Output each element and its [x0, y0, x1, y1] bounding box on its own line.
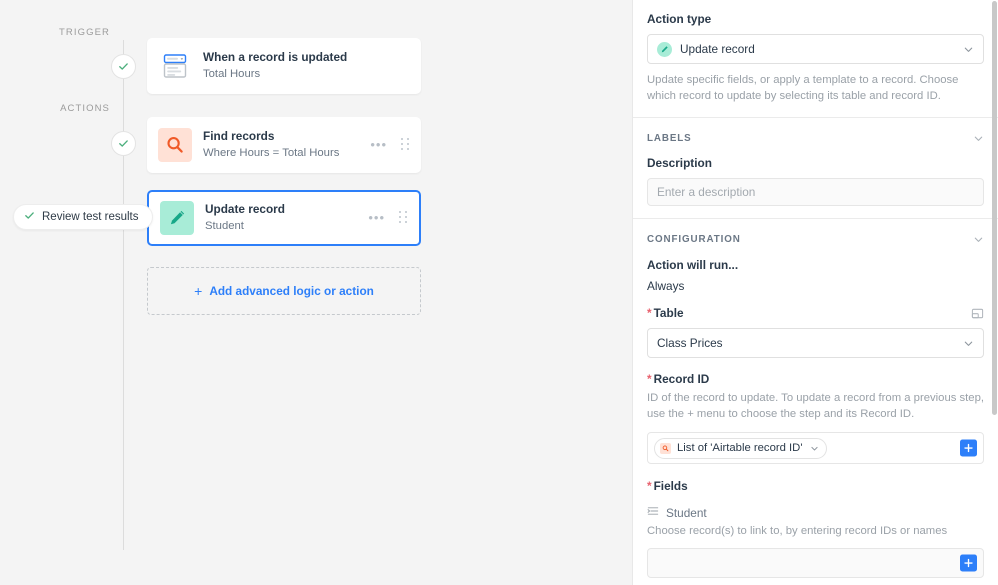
check-icon: [118, 138, 129, 149]
chevron-down-icon: [810, 444, 819, 453]
pencil-icon: [657, 41, 672, 57]
step-card-update-record[interactable]: Update record Student •••: [147, 190, 421, 246]
automation-editor: TRIGGER ACTIONS Review test results When…: [0, 0, 998, 585]
description-label: Description: [647, 156, 712, 170]
review-test-results-button[interactable]: Review test results: [13, 204, 153, 230]
action-type-description: Update specific fields, or apply a templ…: [647, 74, 959, 102]
add-advanced-logic-or-action-button[interactable]: + Add advanced logic or action: [147, 267, 421, 315]
action-type-select[interactable]: Update record: [647, 34, 984, 64]
configuration-section-header[interactable]: CONFIGURATION: [647, 225, 984, 253]
drag-handle-icon[interactable]: [399, 211, 409, 225]
expand-panel-icon[interactable]: [971, 307, 984, 320]
magnifier-icon: [158, 128, 192, 162]
field-item-student: Student: [647, 505, 984, 520]
panel-scrollbar-thumb[interactable]: [992, 1, 997, 415]
configuration-section-title: CONFIGURATION: [647, 233, 741, 245]
field-item-value-input[interactable]: [647, 547, 984, 578]
rail-label-actions: ACTIONS: [60, 103, 110, 114]
trigger-status-node[interactable]: [111, 54, 136, 79]
action-type-section: Action type Update record Update specifi…: [633, 0, 998, 117]
required-mark: *: [647, 372, 652, 386]
step-text-find-records: Find records Where Hours = Total Hours: [203, 129, 364, 161]
description-input[interactable]: Enter a description: [647, 178, 984, 206]
plus-square-icon[interactable]: [960, 439, 977, 457]
labels-section: LABELS Description Enter a description: [633, 118, 998, 218]
action-status-node[interactable]: [111, 131, 136, 156]
table-value: Class Prices: [657, 336, 723, 350]
chevron-down-icon[interactable]: [973, 234, 984, 245]
panel-scrollbar[interactable]: [992, 0, 997, 585]
plus-icon: +: [194, 282, 203, 299]
labels-section-title: LABELS: [647, 132, 692, 144]
record-id-token-label: List of 'Airtable record ID': [677, 442, 803, 454]
table-label-text: Table: [653, 306, 684, 320]
step-title: When a record is updated: [203, 50, 348, 64]
check-icon: [24, 210, 35, 224]
table-label: * Table: [647, 305, 684, 321]
step-overflow-menu-button[interactable]: •••: [364, 138, 393, 151]
chevron-down-icon: [963, 44, 974, 55]
search-result-icon: [660, 442, 671, 454]
table-label-row: * Table: [647, 305, 984, 321]
action-type-value: Update record: [680, 42, 755, 56]
record-id-input[interactable]: List of 'Airtable record ID': [647, 432, 984, 464]
record-id-label-text: Record ID: [653, 372, 710, 386]
step-title: Update record: [205, 202, 285, 216]
action-will-run-label: Action will run...: [647, 258, 739, 272]
chevron-down-icon: [963, 338, 974, 349]
field-item-help: Choose record(s) to link to, by entering…: [647, 525, 948, 537]
flow-connector-line: [123, 40, 124, 550]
record-id-token[interactable]: List of 'Airtable record ID': [654, 437, 827, 459]
configuration-section: CONFIGURATION Action will run... Always …: [633, 219, 998, 585]
step-title: Find records: [203, 129, 275, 143]
labels-section-header[interactable]: LABELS: [647, 124, 984, 152]
record-id-help: ID of the record to update. To update a …: [647, 392, 985, 420]
link-record-icon: [647, 505, 659, 520]
step-card-find-records[interactable]: Find records Where Hours = Total Hours •…: [147, 117, 421, 173]
review-test-results-label: Review test results: [42, 211, 139, 223]
step-subtitle: Student: [205, 220, 244, 232]
step-settings-panel: Action type Update record Update specifi…: [632, 0, 998, 585]
required-mark: *: [647, 479, 652, 493]
step-text-update-record: Update record Student: [205, 202, 362, 234]
record-id-label: * Record ID: [647, 371, 984, 387]
flow-canvas: TRIGGER ACTIONS Review test results When…: [0, 0, 632, 585]
step-text-trigger: When a record is updated Total Hours: [203, 50, 411, 82]
fields-label: * Fields: [647, 478, 984, 494]
check-icon: [118, 61, 129, 72]
field-item-name: Student: [666, 505, 707, 520]
pencil-icon: [160, 201, 194, 235]
add-action-label: Add advanced logic or action: [209, 284, 374, 298]
plus-square-icon[interactable]: [960, 554, 977, 571]
drag-handle-icon[interactable]: [401, 138, 411, 152]
step-card-trigger[interactable]: When a record is updated Total Hours: [147, 38, 421, 94]
step-overflow-menu-button[interactable]: •••: [362, 211, 391, 224]
step-subtitle: Where Hours = Total Hours: [203, 147, 340, 159]
action-type-label: Action type: [647, 12, 712, 26]
table-select[interactable]: Class Prices: [647, 328, 984, 358]
chevron-down-icon[interactable]: [973, 133, 984, 144]
record-form-icon: [158, 49, 192, 83]
action-will-run-value: Always: [647, 279, 685, 293]
fields-label-text: Fields: [653, 479, 688, 493]
required-mark: *: [647, 306, 652, 320]
step-subtitle: Total Hours: [203, 68, 261, 80]
rail-label-trigger: TRIGGER: [59, 27, 110, 38]
